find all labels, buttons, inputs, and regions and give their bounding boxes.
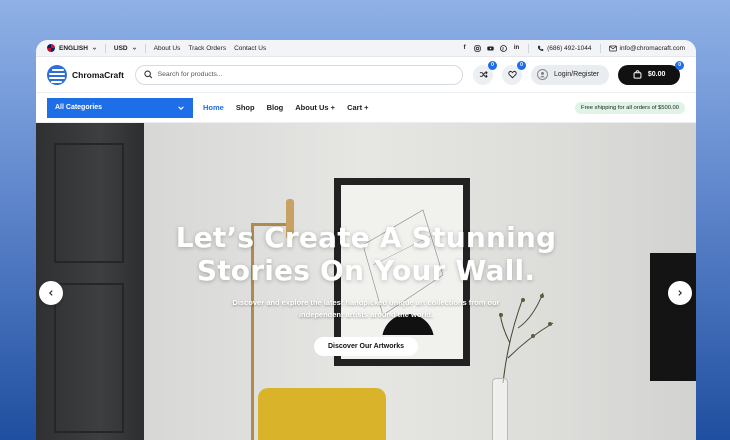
chromacraft-logo-icon xyxy=(47,64,67,85)
currency-label: USD xyxy=(113,44,128,52)
categories-label: All Categories xyxy=(55,104,103,111)
hero-bg-vase xyxy=(492,378,508,440)
logo-text: ChromaCraft xyxy=(72,69,124,80)
linkedin-icon[interactable]: in xyxy=(513,45,520,52)
hero-content: Let’s Create A Stunning Stories On Your … xyxy=(36,221,696,356)
contact-us-link[interactable]: Contact Us xyxy=(234,45,266,52)
divider xyxy=(144,43,146,53)
compare-button[interactable]: 0 xyxy=(473,60,497,85)
heart-icon xyxy=(507,70,517,79)
social-links: f in xyxy=(461,44,520,52)
all-categories-dropdown[interactable]: All Categories xyxy=(47,97,193,118)
uk-flag-icon xyxy=(47,44,55,52)
phone-contact[interactable]: (686) 492-1044 xyxy=(537,44,592,52)
youtube-icon[interactable] xyxy=(487,45,494,52)
chevron-left-icon xyxy=(49,290,53,296)
search-icon xyxy=(144,70,153,79)
user-icon xyxy=(537,69,548,80)
language-label: ENGLISH xyxy=(59,44,88,52)
browser-page: ENGLISH USD About Us Track Orders Contac… xyxy=(36,40,696,440)
divider xyxy=(104,43,106,53)
top-utility-bar: ENGLISH USD About Us Track Orders Contac… xyxy=(36,40,696,57)
divider xyxy=(599,43,601,53)
chevron-down-icon xyxy=(132,46,136,50)
site-logo[interactable]: ChromaCraft xyxy=(47,64,135,85)
carousel-next-button[interactable] xyxy=(668,281,692,305)
shuffle-icon xyxy=(479,71,488,78)
login-register-button[interactable]: Login/Register xyxy=(531,64,610,85)
carousel-prev-button[interactable] xyxy=(39,281,63,305)
pinterest-icon[interactable] xyxy=(500,44,507,52)
hero-title: Let’s Create A Stunning Stories On Your … xyxy=(175,221,557,287)
nav-item-cart[interactable]: Cart + xyxy=(347,103,368,112)
chevron-down-icon xyxy=(178,105,184,110)
chevron-right-icon xyxy=(678,290,682,296)
nav-item-shop[interactable]: Shop xyxy=(236,103,255,112)
track-orders-link[interactable]: Track Orders xyxy=(188,45,226,52)
cart-count-badge: 0 xyxy=(675,60,685,70)
wishlist-count-badge: 0 xyxy=(517,60,526,70)
discover-artworks-button[interactable]: Discover Our Artworks xyxy=(314,337,418,356)
facebook-icon[interactable]: f xyxy=(461,45,468,52)
hero-banner: Let’s Create A Stunning Stories On Your … xyxy=(36,123,696,440)
nav-item-about-us[interactable]: About Us + xyxy=(295,103,335,112)
email-contact[interactable]: info@chromacraft.com xyxy=(608,44,685,52)
free-shipping-badge: Free shipping for all orders of $500.00 xyxy=(575,101,685,114)
main-navigation: All Categories Home Shop Blog About Us +… xyxy=(36,93,696,123)
currency-selector[interactable]: USD xyxy=(114,45,137,52)
login-label: Login/Register xyxy=(554,71,600,78)
top-links: About Us Track Orders Contact Us xyxy=(154,45,275,52)
phone-number: (686) 492-1044 xyxy=(547,44,592,52)
shopping-bag-icon xyxy=(633,70,642,79)
search-input[interactable] xyxy=(157,71,454,78)
cart-total: $0.00 xyxy=(647,71,666,78)
hero-subtitle: Discover and explore the latest handpick… xyxy=(232,298,500,319)
nav-item-home[interactable]: Home xyxy=(203,103,224,112)
chevron-down-icon xyxy=(92,46,97,50)
instagram-icon[interactable] xyxy=(474,44,481,52)
main-header: ChromaCraft 0 0 Login/Register $0.00 0 xyxy=(36,57,696,93)
language-selector[interactable]: ENGLISH xyxy=(47,44,97,52)
compare-count-badge: 0 xyxy=(488,60,497,70)
cart-button[interactable]: $0.00 0 xyxy=(618,60,685,85)
hero-bg-yellow-chair xyxy=(258,388,386,440)
search-bar[interactable] xyxy=(135,64,463,85)
mail-icon xyxy=(608,45,617,51)
wishlist-button[interactable]: 0 xyxy=(502,60,526,85)
email-address: info@chromacraft.com xyxy=(619,44,685,52)
nav-item-blog[interactable]: Blog xyxy=(267,103,284,112)
nav-menu: Home Shop Blog About Us + Cart + xyxy=(203,103,369,112)
about-us-link[interactable]: About Us xyxy=(154,45,181,52)
phone-icon xyxy=(538,45,544,51)
divider xyxy=(528,43,530,53)
